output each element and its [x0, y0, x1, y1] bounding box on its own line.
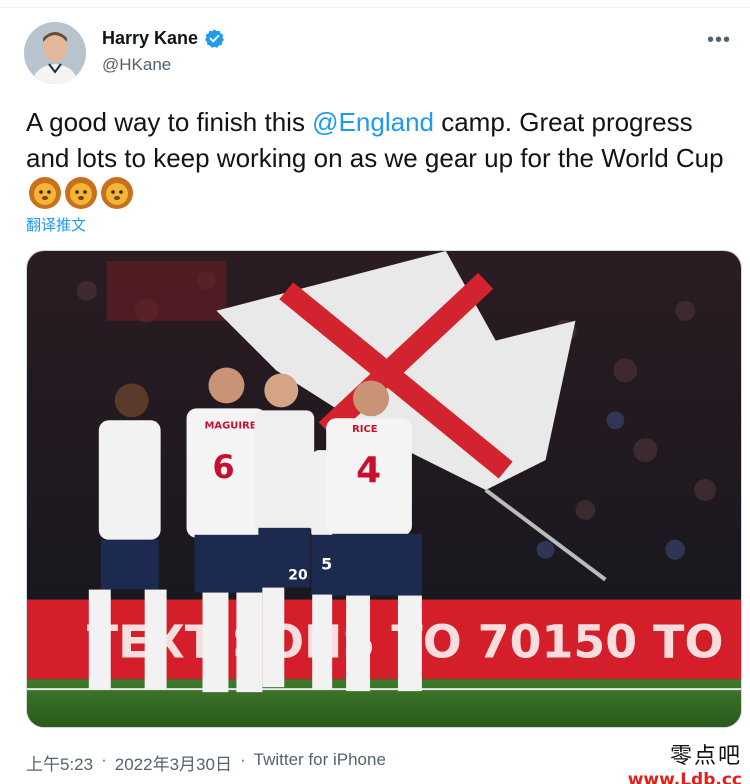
author-display-name[interactable]: Harry Kane: [102, 28, 198, 49]
meta-separator: ·: [101, 750, 107, 769]
lion-face-icon: [64, 176, 98, 210]
verified-badge-icon: [204, 28, 225, 49]
svg-text:6: 6: [212, 448, 234, 486]
tweet-text-start: A good way to finish this: [26, 107, 313, 137]
translate-tweet-link[interactable]: 翻译推文: [26, 214, 86, 235]
watermark-url: www.Ldb.cc: [627, 770, 742, 784]
tweet-media-photo[interactable]: TEXT SONS TO 70150 TO DO MAGUIRE 6 20: [26, 250, 742, 728]
more-options-icon[interactable]: •••: [704, 28, 734, 58]
author-name-block: Harry Kane @HKane: [102, 28, 225, 75]
svg-text:4: 4: [356, 450, 381, 491]
author-handle[interactable]: @HKane: [102, 55, 225, 75]
tweet-meta: 上午5:23 · 2022年3月30日 · Twitter for iPhone: [26, 750, 386, 775]
tweet-header: Harry Kane @HKane •••: [24, 20, 734, 84]
england-mention-link[interactable]: @England: [312, 107, 434, 137]
tweet-source[interactable]: Twitter for iPhone: [254, 750, 386, 775]
svg-text:MAGUIRE: MAGUIRE: [205, 420, 257, 431]
avatar-photo-icon: [24, 22, 86, 84]
lion-face-icon: [28, 176, 62, 210]
celebration-photo: TEXT SONS TO 70150 TO DO MAGUIRE 6 20: [27, 251, 741, 727]
lion-face-icon: [100, 176, 134, 210]
svg-text:20: 20: [288, 568, 308, 584]
watermark: 零点吧 www.Ldb.cc: [628, 738, 742, 784]
tweet-time[interactable]: 上午5:23: [26, 750, 93, 775]
svg-text:RICE: RICE: [352, 424, 378, 435]
author-avatar[interactable]: [24, 22, 86, 84]
tweet-date[interactable]: 2022年3月30日: [115, 750, 232, 775]
top-border: [0, 0, 750, 8]
watermark-cn: 零点吧: [669, 744, 742, 769]
tweet-text: A good way to finish this @England camp.…: [26, 104, 736, 212]
svg-text:5: 5: [321, 555, 332, 574]
meta-separator: ·: [239, 750, 246, 769]
